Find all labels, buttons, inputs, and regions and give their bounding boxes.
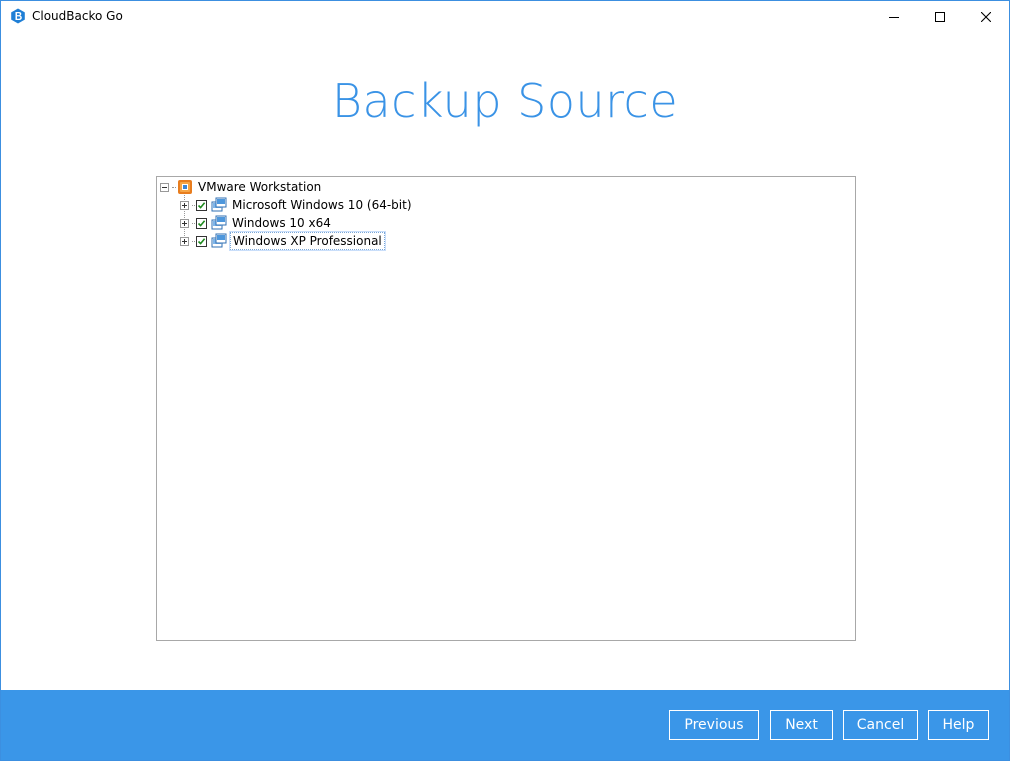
window-title: CloudBacko Go (32, 9, 123, 23)
vm-checkbox[interactable] (196, 217, 207, 229)
tree-node-label: VMware Workstation (198, 180, 322, 194)
title-bar: CloudBacko Go (1, 1, 1009, 32)
tree-connector (192, 222, 195, 224)
previous-button[interactable]: Previous (669, 710, 759, 740)
vm-checkbox[interactable] (196, 199, 207, 211)
tree-node-vm[interactable]: Windows XP Professional (180, 231, 386, 251)
tree-node-root[interactable]: VMware Workstation (160, 178, 323, 196)
help-button[interactable]: Help (928, 710, 989, 740)
page-title: Backup Source (331, 74, 679, 128)
maximize-button[interactable] (917, 1, 963, 32)
maximize-icon (935, 11, 945, 22)
tree-connector (172, 186, 176, 188)
tree-connector (192, 204, 195, 206)
tree-node-label: Microsoft Windows 10 (64-bit) (232, 198, 412, 212)
expand-icon[interactable] (180, 200, 189, 210)
expand-icon[interactable] (180, 236, 189, 246)
checkmark-icon (197, 237, 206, 245)
tree-node-label: Windows 10 x64 (232, 216, 331, 230)
minimize-icon (889, 16, 899, 18)
tree-node-vm[interactable]: Microsoft Windows 10 (64-bit) (180, 196, 414, 214)
vmware-icon (178, 180, 192, 194)
close-button[interactable] (963, 1, 1009, 32)
vm-checkbox[interactable] (196, 235, 207, 247)
tree-connector (192, 240, 195, 242)
expand-icon[interactable] (180, 218, 189, 228)
cloudbacko-logo-icon (11, 8, 25, 24)
close-icon (981, 11, 991, 22)
tree-node-label: Windows XP Professional (229, 231, 386, 251)
checkmark-icon (197, 219, 206, 227)
app-window: CloudBacko Go Backup Source VMware Works… (0, 0, 1010, 761)
checkmark-icon (197, 201, 206, 209)
collapse-icon[interactable] (160, 182, 169, 192)
backup-source-tree[interactable]: VMware Workstation Microsoft Windows 10 … (156, 176, 856, 641)
minimize-button[interactable] (871, 1, 917, 32)
cancel-button[interactable]: Cancel (843, 710, 918, 740)
tree-node-vm[interactable]: Windows 10 x64 (180, 214, 333, 232)
virtual-machine-icon (211, 197, 227, 212)
virtual-machine-icon (211, 233, 227, 248)
next-button[interactable]: Next (770, 710, 833, 740)
footer-bar: Previous Next Cancel Help (1, 690, 1009, 760)
virtual-machine-icon (211, 215, 227, 230)
